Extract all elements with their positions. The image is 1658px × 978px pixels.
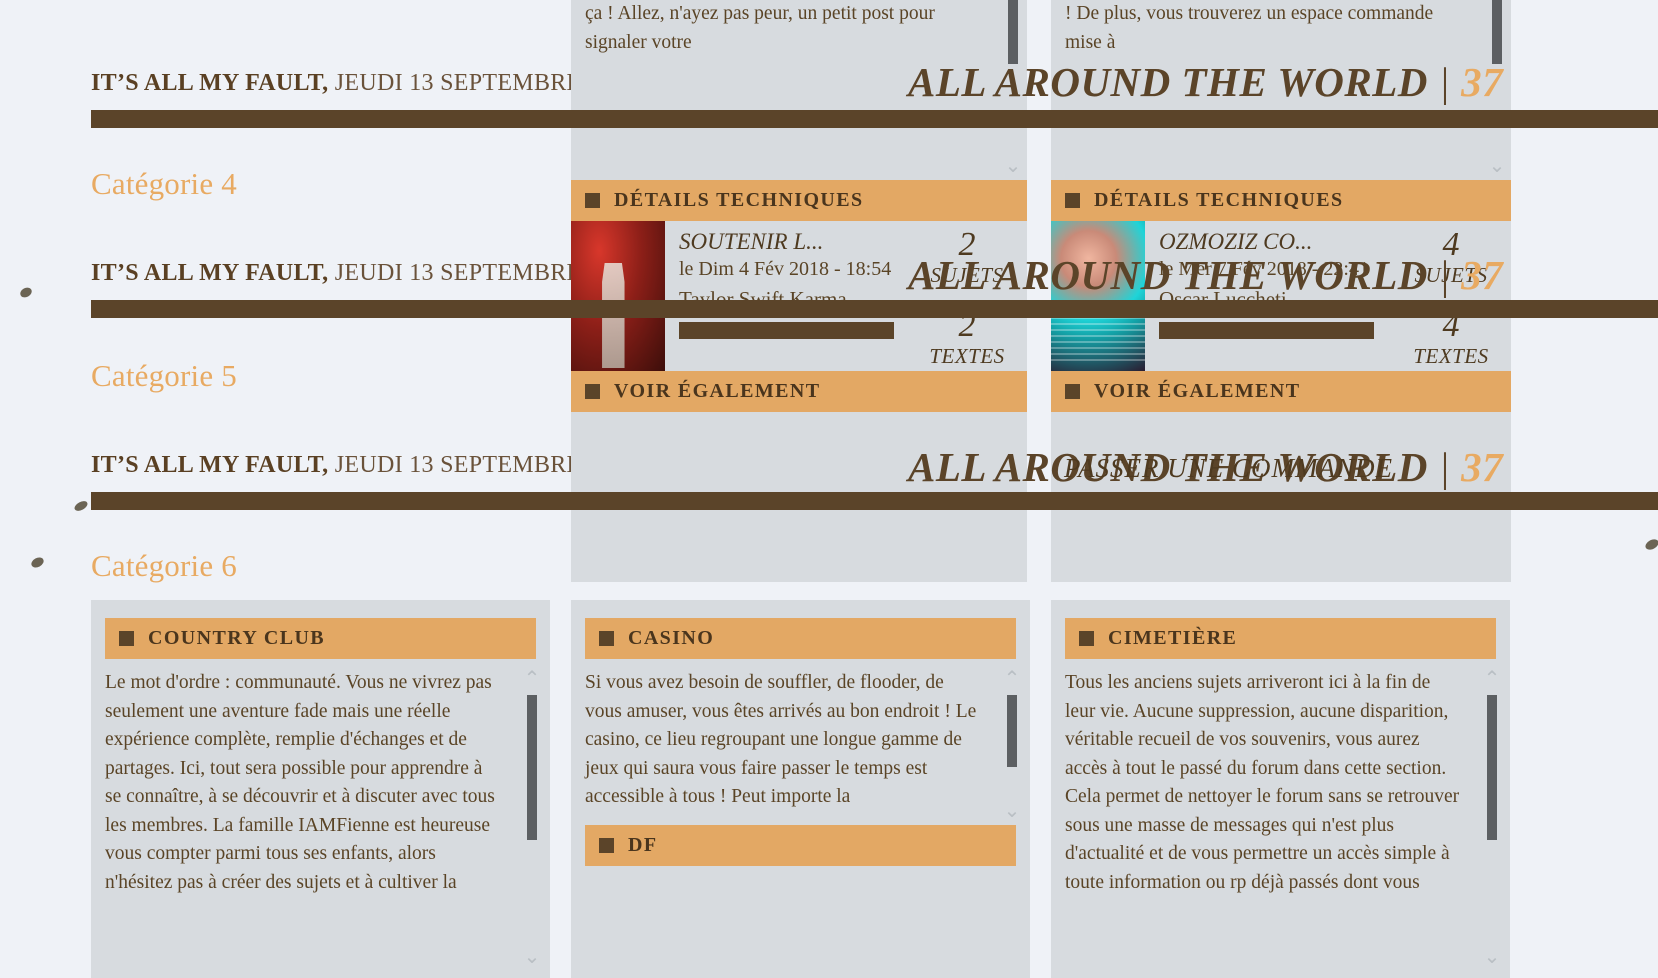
square-bullet-icon (1079, 631, 1094, 646)
scrollbar-track[interactable] (1487, 691, 1497, 945)
overlay-title-text: ALL AROUND THE WORLD (908, 252, 1428, 298)
forum-panel-cimetiere: CIMETIÈRE Tous les anciens sujets arrive… (1051, 600, 1510, 978)
square-bullet-icon (585, 193, 600, 208)
forum-description: Si vous avez besoin de souffler, de floo… (571, 659, 1030, 821)
subforum-header[interactable]: COUNTRY CLUB (105, 618, 536, 659)
scrollbar-thumb[interactable] (527, 695, 537, 840)
chevron-down-icon[interactable]: ⌄ (524, 947, 541, 967)
subforum-header-voir[interactable]: VOIR ÉGALEMENT (571, 371, 1027, 412)
marquee-bold: IT’S ALL MY FAULT, (91, 260, 329, 286)
decorative-dot-icon (29, 555, 46, 570)
forum-description: Tous les anciens sujets arriveront ici à… (1051, 659, 1510, 973)
marquee-text: IT’S ALL MY FAULT, JEUDI 13 SEPTEMBRE 20… (91, 452, 637, 479)
forum-description-text: amis, enfants, frères soeurs, amants, to… (585, 3, 935, 53)
marquee-bold: IT’S ALL MY FAULT, (91, 452, 329, 478)
subforum-header-label: VOIR ÉGALEMENT (614, 380, 821, 402)
overlay-strip (91, 110, 1658, 128)
scrollbar[interactable]: ⌃ ⌄ (1004, 669, 1021, 821)
forum-textes-label: TEXTES (1413, 344, 1489, 368)
scrollbar-thumb[interactable] (1008, 0, 1018, 64)
forum-description: Le mot d'ordre : communauté. Vous ne viv… (91, 659, 550, 973)
forum-panel-casino: CASINO Si vous avez besoin de souffler, … (571, 600, 1030, 978)
marquee-text: IT’S ALL MY FAULT, JEUDI 13 SEPTEMBRE 20… (91, 70, 637, 97)
overlay-count: 37 (1461, 252, 1504, 298)
square-bullet-icon (119, 631, 134, 646)
subforum-header[interactable]: CASINO (585, 618, 1016, 659)
forum-panel-country-club: COUNTRY CLUB Le mot d'ordre : communauté… (91, 600, 550, 978)
subforum-header-df[interactable]: DF (585, 825, 1016, 866)
overlay-marquee-title: ALL AROUND THE WORLD | 37 (908, 58, 1503, 106)
scrollbar[interactable]: ⌃ ⌄ (1484, 669, 1501, 967)
category-title[interactable]: Catégorie 5 (91, 358, 237, 394)
subforum-header-label: COUNTRY CLUB (148, 627, 326, 649)
overlay-count: 37 (1461, 444, 1504, 490)
subforum-header-details[interactable]: DÉTAILS TECHNIQUES (1051, 180, 1511, 221)
scrollbar-thumb[interactable] (1487, 695, 1497, 840)
subforum-header-label: CASINO (628, 627, 715, 649)
overlay-marquee-title: ALL AROUND THE WORLD | 37 (908, 251, 1503, 299)
overlay-strip (91, 300, 1658, 318)
category-title[interactable]: Catégorie 4 (91, 166, 237, 202)
chevron-up-icon[interactable]: ⌃ (1004, 669, 1021, 689)
chevron-down-icon[interactable]: ⌄ (1004, 801, 1021, 821)
forum-divider-bar (1159, 322, 1374, 339)
overlay-title-text: ALL AROUND THE WORLD (908, 59, 1428, 105)
overlay-count: 37 (1461, 59, 1504, 105)
chevron-down-icon[interactable]: ⌄ (1489, 156, 1506, 176)
chevron-down-icon[interactable]: ⌄ (1484, 947, 1501, 967)
scrollbar-thumb[interactable] (1492, 0, 1502, 64)
scrollbar-track[interactable] (527, 691, 537, 945)
overlay-separator: | (1438, 252, 1451, 298)
square-bullet-icon (1065, 193, 1080, 208)
square-bullet-icon (585, 384, 600, 399)
page-root: IT’S ALL MY FAULT, JEUDI 13 SEPTEMBRE 20… (0, 0, 1658, 978)
subforum-header-label: DÉTAILS TECHNIQUES (1094, 189, 1344, 211)
forum-textes-label: TEXTES (929, 344, 1005, 368)
subforum-header-voir[interactable]: VOIR ÉGALEMENT (1051, 371, 1511, 412)
decorative-dot-icon (1643, 537, 1658, 552)
subforum-header[interactable]: CIMETIÈRE (1065, 618, 1496, 659)
subforum-header-label: DF (628, 834, 658, 856)
overlay-order-label[interactable]: PASSER UNE COMMANDE (1064, 453, 1393, 484)
chevron-up-icon[interactable]: ⌃ (524, 669, 541, 689)
forum-topic-date: le Dim 4 Fév 2018 - 18:54 (679, 258, 892, 280)
scrollbar[interactable]: ⌃ ⌄ (524, 669, 541, 967)
marquee-text: IT’S ALL MY FAULT, JEUDI 13 SEPTEMBRE 20… (91, 260, 637, 287)
subforum-header-details[interactable]: DÉTAILS TECHNIQUES (571, 180, 1027, 221)
forum-description-text: Le mot d'ordre : communauté. Vous ne viv… (105, 672, 495, 893)
forum-description-text: Si vous avez besoin de souffler, de floo… (585, 672, 977, 807)
subforum-header-label: CIMETIÈRE (1108, 627, 1238, 649)
marquee-bold: IT’S ALL MY FAULT, (91, 70, 329, 96)
scrollbar-thumb[interactable] (1007, 695, 1017, 767)
chevron-down-icon[interactable]: ⌄ (1005, 156, 1022, 176)
square-bullet-icon (599, 631, 614, 646)
overlay-separator: | (1438, 444, 1451, 490)
forum-meta: SOUTENIR L... le Dim 4 Fév 2018 - 18:54 … (665, 221, 907, 371)
scrollbar-track[interactable] (1007, 691, 1017, 799)
forum-topic-title[interactable]: SOUTENIR L... (679, 229, 907, 255)
overlay-separator: | (1438, 59, 1451, 105)
square-bullet-icon (599, 838, 614, 853)
forum-divider-bar (679, 322, 894, 339)
overlay-strip (91, 492, 1658, 510)
chevron-up-icon[interactable]: ⌃ (1484, 669, 1501, 689)
forum-thumbnail[interactable] (571, 221, 665, 371)
forum-description-text: Tous les anciens sujets arriveront ici à… (1065, 672, 1460, 893)
subforum-header-label: VOIR ÉGALEMENT (1094, 380, 1301, 402)
subforum-header-label: DÉTAILS TECHNIQUES (614, 189, 864, 211)
square-bullet-icon (1065, 384, 1080, 399)
category-title[interactable]: Catégorie 6 (91, 548, 237, 584)
forum-description-text: d'imagination sans limite ! Avatars, hea… (1065, 3, 1434, 53)
